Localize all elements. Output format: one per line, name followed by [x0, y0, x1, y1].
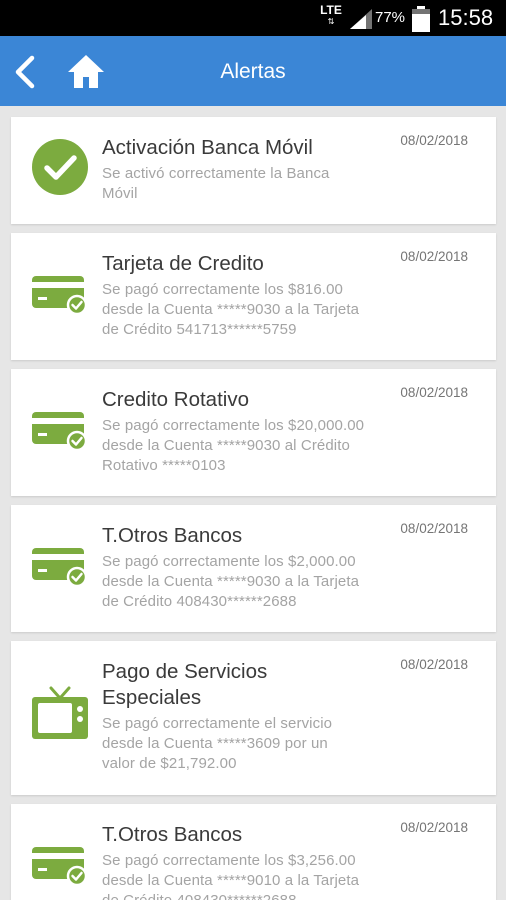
alert-date: 08/02/2018	[400, 249, 468, 264]
clock: 15:58	[438, 5, 494, 30]
page-title: Alertas	[220, 60, 286, 83]
credit-card-icon	[32, 412, 88, 452]
alert-card[interactable]: Activación Banca Móvil 08/02/2018 Se act…	[11, 117, 496, 224]
alert-card[interactable]: T.Otros Bancos 08/02/2018 Se pagó correc…	[11, 804, 496, 900]
alert-date: 08/02/2018	[400, 385, 468, 400]
alert-title: Pago de Servicios Especiales	[102, 660, 268, 709]
battery-percent: 77%	[375, 9, 406, 26]
alert-description: Se pagó correctamente los $20,000.00 desd…	[102, 417, 365, 474]
alert-description: Se activó correctamente la Banca Móvil	[102, 165, 330, 202]
signal-icon	[350, 9, 372, 29]
battery-icon	[412, 6, 430, 32]
alert-title: Activación Banca Móvil	[102, 136, 313, 159]
alert-title: T.Otros Bancos	[102, 524, 243, 547]
alert-title: Credito Rotativo	[102, 388, 249, 411]
alert-description: Se pagó correctamente el servicio desde l…	[102, 715, 333, 772]
alert-description: Se pagó correctamente los $2,000.00 desde…	[102, 553, 360, 610]
check-circle-icon	[32, 139, 88, 195]
app-bar: Alertas	[0, 36, 506, 106]
credit-card-icon	[32, 847, 88, 887]
status-bar: LTE ⇅ 77% 15:58	[0, 0, 506, 36]
alert-card[interactable]: Tarjeta de Credito 08/02/2018 Se pagó co…	[11, 233, 496, 360]
credit-card-icon	[32, 548, 88, 588]
alert-date: 08/02/2018	[400, 657, 468, 672]
tv-icon	[32, 686, 88, 739]
alert-card[interactable]: Credito Rotativo 08/02/2018 Se pagó corr…	[11, 369, 496, 496]
alert-card[interactable]: T.Otros Bancos 08/02/2018 Se pagó correc…	[11, 505, 496, 632]
alerts-list: Activación Banca Móvil 08/02/2018 Se act…	[0, 106, 506, 900]
network-indicator: LTE ⇅	[320, 3, 342, 26]
alert-title: Tarjeta de Credito	[102, 252, 264, 275]
alert-description: Se pagó correctamente los $3,256.00 desde…	[102, 852, 360, 900]
credit-card-icon	[32, 276, 88, 316]
alert-card[interactable]: Pago de Servicios Especiales 08/02/2018 S…	[11, 641, 496, 795]
alert-date: 08/02/2018	[400, 820, 468, 835]
alert-date: 08/02/2018	[400, 521, 468, 536]
alert-title: T.Otros Bancos	[102, 823, 243, 846]
alert-date: 08/02/2018	[400, 133, 468, 148]
alert-description: Se pagó correctamente los $816.00 desde l…	[102, 281, 360, 338]
